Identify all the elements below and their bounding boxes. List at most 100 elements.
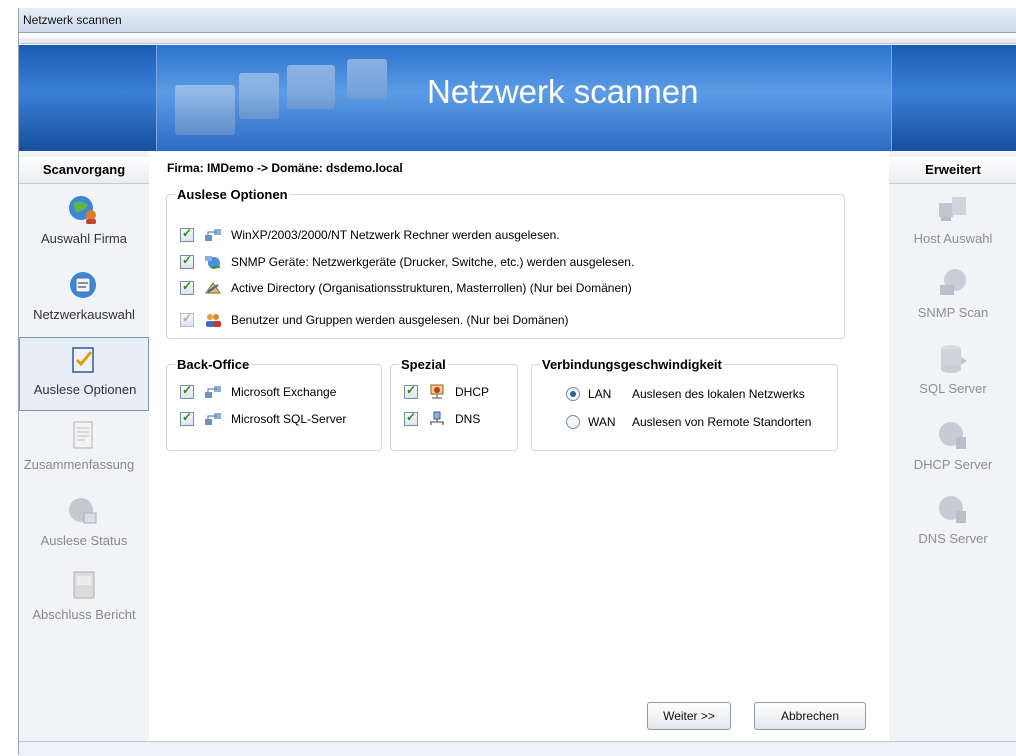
option-snmp[interactable]: SNMP Geräte: Netzwerkgeräte (Drucker, Sw… xyxy=(180,252,634,272)
radio-lan[interactable]: LAN Auslesen des lokalen Netzwerks xyxy=(566,384,805,404)
group-legend: Verbindungsgeschwindigkeit xyxy=(542,357,722,372)
option-winxp[interactable]: WinXP/2003/2000/NT Netzwerk Rechner werd… xyxy=(180,225,560,245)
nav-item-netzwerkauswahl[interactable]: Netzwerkauswahl xyxy=(19,263,149,335)
option-benutzer-gruppen[interactable]: Benutzer und Gruppen werden ausgelesen. … xyxy=(180,310,569,330)
checkbox[interactable] xyxy=(404,410,418,426)
window-bottom-border xyxy=(19,741,1016,756)
option-label: Benutzer und Gruppen werden ausgelesen. … xyxy=(231,313,569,327)
checkbox[interactable] xyxy=(180,311,194,327)
report-icon xyxy=(73,571,95,599)
option-label: WinXP/2003/2000/NT Netzwerk Rechner werd… xyxy=(231,228,560,242)
nav-item-auswahl-firma[interactable]: Auswahl Firma xyxy=(19,187,149,259)
main-panel: Firma: IMDemo -> Domäne: dsdemo.local Au… xyxy=(156,151,889,739)
weiter-button[interactable]: Weiter >> xyxy=(647,702,731,730)
nav-item-auslese-status[interactable]: Auslese Status xyxy=(19,489,149,561)
group-legend: Back-Office xyxy=(177,357,250,372)
nav-label: Auslese Optionen xyxy=(33,382,137,397)
abbrechen-button[interactable]: Abbrechen xyxy=(754,702,866,730)
nav-label: DHCP Server xyxy=(913,457,993,472)
option-label: DHCP xyxy=(455,385,490,399)
window-title: Netzwerk scannen xyxy=(23,13,122,27)
checkbox[interactable] xyxy=(180,383,194,399)
option-label: Microsoft SQL-Server xyxy=(231,412,347,426)
computers-icon xyxy=(939,197,966,221)
nav-item-auslese-optionen[interactable]: Auslese Optionen xyxy=(19,337,149,411)
nav-item-dns-server[interactable]: DNS Server xyxy=(889,491,1016,563)
network-computers-icon xyxy=(205,413,221,425)
nav-item-snmp-scan[interactable]: SNMP Scan xyxy=(889,265,1016,337)
banner-title: Netzwerk scannen xyxy=(427,73,699,110)
network-computers-icon xyxy=(205,229,221,241)
nav-label: Host Auswahl xyxy=(913,231,993,246)
network-computers-icon xyxy=(205,386,221,398)
network-map-icon xyxy=(70,272,96,298)
computer-graphic-icon xyxy=(239,73,279,119)
computer-graphic-icon xyxy=(287,65,335,109)
radio-label: LAN xyxy=(588,387,612,401)
users-group-icon xyxy=(206,314,221,327)
database-icon xyxy=(941,345,967,373)
option-label: Active Directory (Organisationsstrukture… xyxy=(231,281,632,295)
option-label: DNS xyxy=(455,412,481,426)
scan-window: Netzwerk scannen Netzwerk scannen Scanvo… xyxy=(18,8,1016,756)
radio-label: WAN xyxy=(588,415,616,429)
option-label: SNMP Geräte: Netzwerkgeräte (Drucker, Sw… xyxy=(231,255,635,269)
nav-item-host-auswahl[interactable]: Host Auswahl xyxy=(889,191,1016,263)
header-banner: Netzwerk scannen xyxy=(19,45,1016,151)
sidebar-heading: Erweitert xyxy=(889,157,1016,184)
nav-label: Abschluss Bericht xyxy=(32,607,136,622)
radio-wan[interactable]: WAN Auslesen von Remote Standorten xyxy=(566,412,811,432)
radio-button[interactable] xyxy=(566,415,580,429)
nav-label: Netzwerkauswahl xyxy=(33,307,135,322)
checkbox[interactable] xyxy=(404,383,418,399)
nav-item-sql-server[interactable]: SQL Server xyxy=(889,341,1016,413)
menu-strip xyxy=(19,38,1016,44)
active-directory-icon xyxy=(205,282,221,294)
title-bar: Netzwerk scannen xyxy=(19,8,1016,33)
nav-label: SNMP Scan xyxy=(917,305,989,320)
radio-description: Auslesen des lokalen Netzwerks xyxy=(632,387,805,401)
verbindungsgeschwindigkeit-group: Verbindungsgeschwindigkeit xyxy=(531,357,838,451)
checkbox[interactable] xyxy=(180,226,194,242)
globe-status-icon xyxy=(69,498,97,524)
option-active-directory[interactable]: Active Directory (Organisationsstrukture… xyxy=(180,278,632,298)
globe-dns-icon xyxy=(939,496,966,523)
firma-domain-line: Firma: IMDemo -> Domäne: dsdemo.local xyxy=(167,161,403,175)
checkbox[interactable] xyxy=(180,410,194,426)
dhcp-icon xyxy=(430,384,444,399)
option-sql-server[interactable]: Microsoft SQL-Server xyxy=(180,409,346,429)
right-sidebar: Erweitert Host Auswahl SNMP Scan SQL Ser… xyxy=(889,151,1016,741)
checkbox[interactable] xyxy=(180,279,194,295)
group-legend: Auslese Optionen xyxy=(177,187,288,202)
radio-button[interactable] xyxy=(566,387,580,401)
banner-center: Netzwerk scannen xyxy=(156,45,892,151)
radio-description: Auslesen von Remote Standorten xyxy=(632,415,812,429)
nav-label: SQL Server xyxy=(919,381,987,396)
nav-label: Auswahl Firma xyxy=(41,231,127,246)
back-office-group: Back-Office xyxy=(166,357,382,451)
nav-item-dhcp-server[interactable]: DHCP Server xyxy=(889,417,1016,489)
option-dns[interactable]: DNS xyxy=(404,409,480,429)
option-dhcp[interactable]: DHCP xyxy=(404,382,489,402)
nav-label: Zusammenfassung xyxy=(23,457,135,472)
document-icon xyxy=(73,421,93,449)
nav-label: DNS Server xyxy=(918,531,988,546)
group-legend: Spezial xyxy=(401,357,446,372)
option-exchange[interactable]: Microsoft Exchange xyxy=(180,382,336,402)
computer-graphic-icon xyxy=(175,85,235,135)
globe-server-icon xyxy=(939,422,966,449)
nav-item-zusammenfassung[interactable]: Zusammenfassung xyxy=(19,413,149,485)
checklist-icon xyxy=(72,347,94,373)
globe-user-icon xyxy=(69,196,96,224)
spezial-group: Spezial xyxy=(390,357,518,451)
option-label: Microsoft Exchange xyxy=(231,385,337,399)
nav-label: Auslese Status xyxy=(40,533,128,548)
globe-icon xyxy=(940,269,966,295)
nav-item-abschluss-bericht[interactable]: Abschluss Bericht xyxy=(19,563,149,635)
computer-graphic-icon xyxy=(347,59,387,99)
checkbox[interactable] xyxy=(180,253,194,269)
snmp-device-icon xyxy=(205,256,220,269)
sidebar-heading: Scanvorgang xyxy=(19,157,149,184)
dns-icon xyxy=(430,411,444,425)
left-sidebar: Scanvorgang Auswahl Firma Netzwerkauswah… xyxy=(19,151,149,741)
